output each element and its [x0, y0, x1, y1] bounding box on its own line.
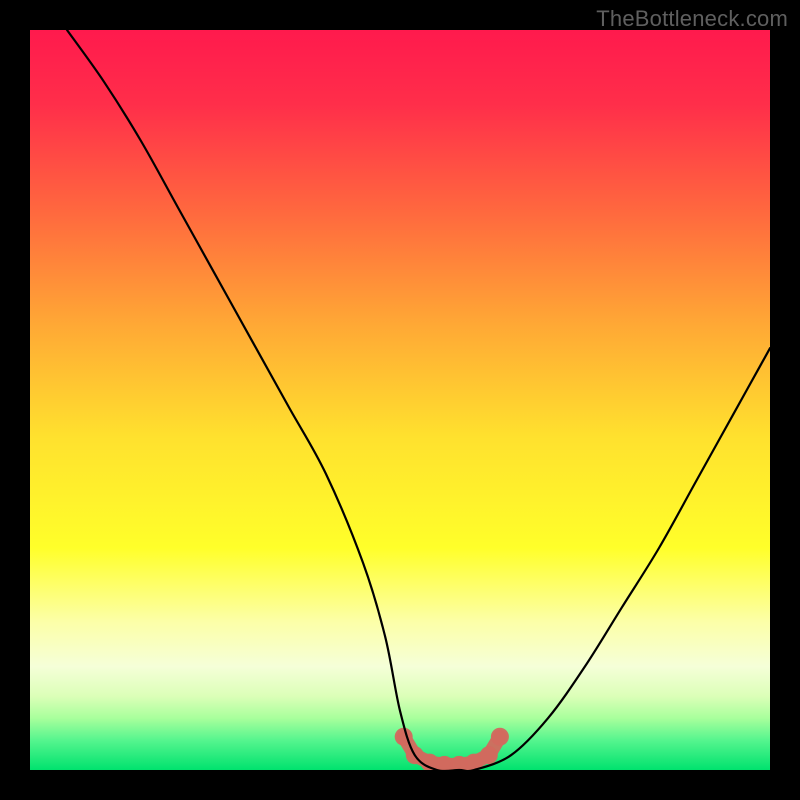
plot-area [30, 30, 770, 770]
curve-layer [30, 30, 770, 770]
chart-frame: TheBottleneck.com [0, 0, 800, 800]
watermark-text: TheBottleneck.com [596, 6, 788, 32]
bottleneck-curve [67, 30, 770, 770]
